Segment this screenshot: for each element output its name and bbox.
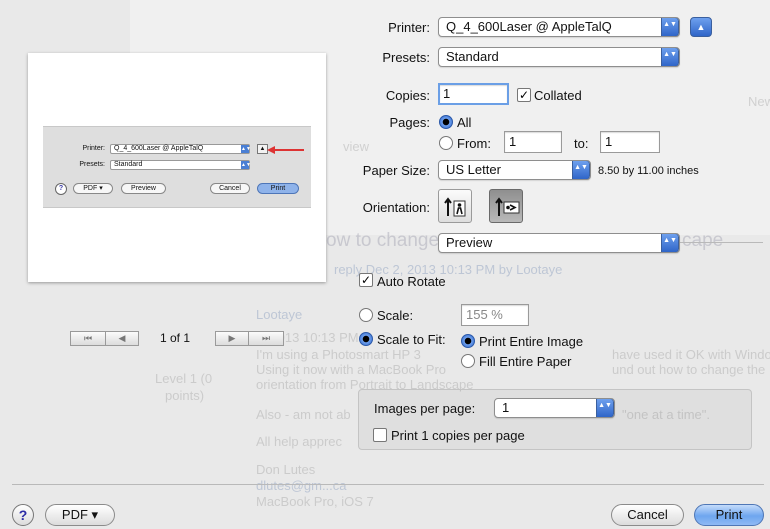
section-popup[interactable]: Preview ▲▼ <box>438 233 680 253</box>
popup-arrows-icon: ▲▼ <box>661 18 679 36</box>
scale-to-fit-label: Scale to Fit: <box>377 332 446 347</box>
auto-rotate-label: Auto Rotate <box>377 274 446 289</box>
popup-arrows-icon: ▲▼ <box>596 399 614 417</box>
paper-size-popup[interactable]: US Letter ▲▼ <box>438 160 591 180</box>
preview-page-content: Printer: Q_4_600Laser @ AppleTalQ ▲▼ ▲ P… <box>43 126 311 208</box>
bg-body-5: All help apprec <box>256 434 342 449</box>
copies-field[interactable]: 1 <box>438 83 509 105</box>
page-status: 1 of 1 <box>160 331 191 345</box>
footer-separator <box>12 484 764 485</box>
help-button[interactable]: ? <box>12 504 34 526</box>
copies-per-page-checkbox[interactable] <box>373 428 387 442</box>
collated-label: Collated <box>534 88 582 103</box>
popup-arrows-icon: ▲▼ <box>572 161 590 179</box>
portrait-orientation-button[interactable] <box>438 189 472 223</box>
fill-entire-paper-radio[interactable] <box>461 354 475 368</box>
presets-value: Standard <box>446 49 499 64</box>
bg-body-2: Using it now with a MacBook Pro <box>256 362 447 377</box>
pages-from-field[interactable]: 1 <box>504 131 562 153</box>
images-per-page-value: 1 <box>502 400 510 415</box>
mini-printer-label: Printer: <box>82 145 105 152</box>
section-popup-value: Preview <box>446 235 493 250</box>
copies-per-page-label: Print 1 copies per page <box>391 428 525 443</box>
collated-checkbox[interactable]: ✓ <box>517 88 531 102</box>
cancel-button[interactable]: Cancel <box>611 504 684 526</box>
bg-new: New <box>748 94 770 109</box>
popup-arrows-icon: ▲▼ <box>661 234 679 252</box>
pages-to-label: to: <box>574 136 589 151</box>
presets-popup[interactable]: Standard ▲▼ <box>438 47 680 67</box>
bg-title-2: cape <box>682 230 724 251</box>
pages-from-label: From: <box>457 136 491 151</box>
bg-body-4: Also - am not ab <box>256 407 351 422</box>
mini-preview-button: Preview <box>121 183 166 194</box>
bg-body-1b: have used it OK with Windo <box>612 347 770 362</box>
print-button[interactable]: Print <box>694 504 764 526</box>
last-page-button[interactable]: ⏭ <box>248 331 284 346</box>
bg-sig-2: dlutes@gm...ca <box>256 478 347 493</box>
mini-presets-popup: Standard ▲▼ <box>110 160 251 170</box>
presets-label: Presets: <box>382 50 430 65</box>
scale-field[interactable]: 155 % <box>461 304 529 326</box>
mini-print-button: Print <box>257 183 299 194</box>
pdf-button[interactable]: PDF ▾ <box>45 504 115 526</box>
bg-sig-1: Don Lutes <box>256 462 316 477</box>
mini-popup-arrows-icon: ▲▼ <box>241 145 251 153</box>
printer-popup[interactable]: Q_4_600Laser @ AppleTalQ ▲▼ <box>438 17 680 37</box>
bg-author: Lootaye <box>256 307 303 322</box>
bg-sig-3: MacBook Pro, iOS 7 <box>256 494 374 509</box>
paper-dimensions: 8.50 by 11.00 inches <box>598 165 699 177</box>
mini-help-icon: ? <box>55 183 67 195</box>
portrait-icon <box>444 197 466 217</box>
print-entire-image-radio[interactable] <box>461 334 475 348</box>
copies-label: Copies: <box>385 88 430 103</box>
paper-size-label: Paper Size: <box>362 163 430 178</box>
bg-body-2b: und out how to change the <box>612 362 766 377</box>
paper-size-value: US Letter <box>446 162 501 177</box>
images-per-page-label: Images per page: <box>374 401 476 416</box>
pages-label: Pages: <box>389 115 430 130</box>
pages-to-field[interactable]: 1 <box>600 131 660 153</box>
pages-from-radio[interactable] <box>439 136 453 150</box>
mini-cancel-button: Cancel <box>210 183 250 194</box>
next-page-button[interactable]: ▶ <box>215 331 249 346</box>
bg-level: Level 1 (0 <box>155 371 213 386</box>
disclosure-toggle-button[interactable]: ▲ <box>690 17 712 37</box>
bg-review: view <box>343 139 370 154</box>
previous-page-button[interactable]: ◀ <box>105 331 139 346</box>
printer-label: Printer: <box>388 20 430 35</box>
bg-points: points) <box>165 388 205 403</box>
red-arrow-line <box>274 149 304 151</box>
mini-presets-label: Presets: <box>79 161 105 168</box>
scale-label: Scale: <box>377 308 414 323</box>
auto-rotate-checkbox[interactable]: ✓ <box>359 273 373 287</box>
popup-arrows-icon: ▲▼ <box>661 48 679 66</box>
fill-entire-paper-label: Fill Entire Paper <box>479 354 572 369</box>
orientation-label: Orientation: <box>362 200 430 215</box>
print-entire-image-label: Print Entire Image <box>479 334 584 349</box>
printer-value: Q_4_600Laser @ AppleTalQ <box>446 19 612 34</box>
print-preview: Printer: Q_4_600Laser @ AppleTalQ ▲▼ ▲ P… <box>28 53 326 282</box>
bg-title: ow to change <box>326 230 440 251</box>
images-per-page-popup[interactable]: 1 ▲▼ <box>494 398 615 418</box>
pages-all-radio[interactable] <box>439 115 453 129</box>
mini-popup-arrows-icon: ▲▼ <box>241 161 251 169</box>
mini-presets-value: Standard <box>114 161 143 168</box>
scale-to-fit-radio[interactable] <box>359 332 373 346</box>
first-page-button[interactable]: ⏮ <box>70 331 106 346</box>
pages-all-label: All <box>457 115 472 130</box>
bg-body-1: I'm using a Photosmart HP 3 <box>256 347 421 362</box>
mini-printer-popup: Q_4_600Laser @ AppleTalQ ▲▼ <box>110 144 251 154</box>
scale-radio[interactable] <box>359 308 373 322</box>
mini-printer-value: Q_4_600Laser @ AppleTalQ <box>114 145 204 152</box>
mini-pdf-button: PDF ▾ <box>73 183 113 194</box>
landscape-orientation-button[interactable] <box>489 189 523 223</box>
landscape-icon <box>495 197 520 216</box>
